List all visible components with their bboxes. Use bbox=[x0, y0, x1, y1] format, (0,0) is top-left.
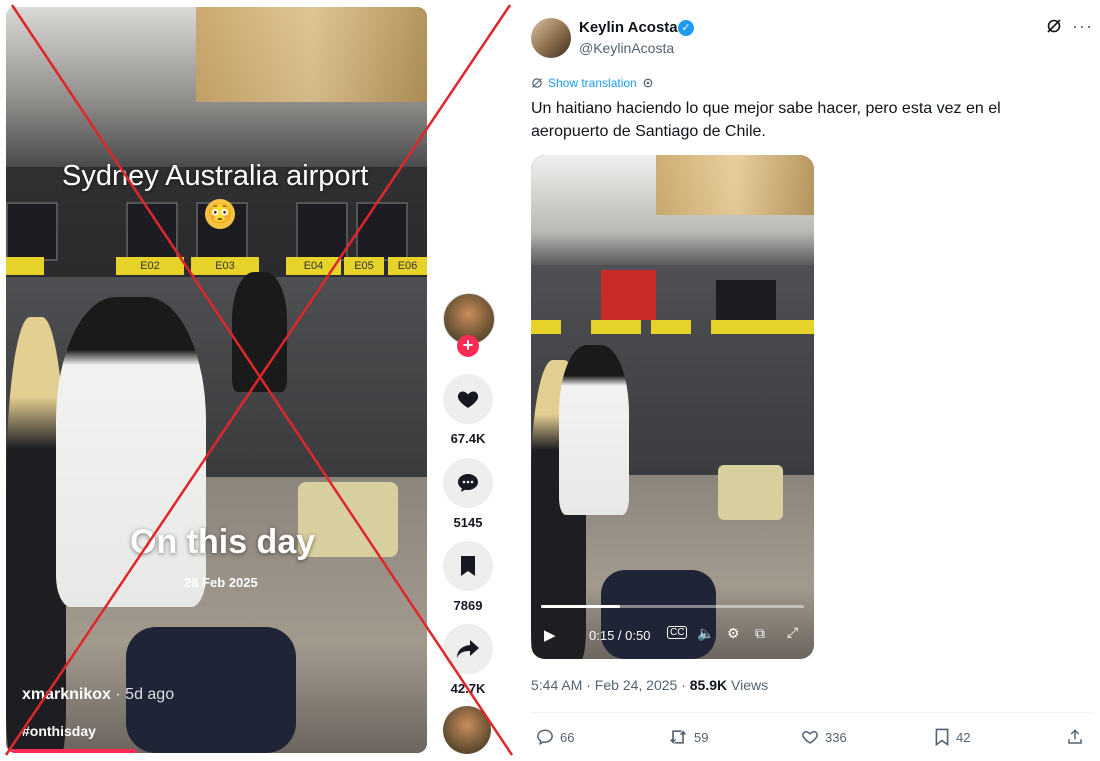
display-name[interactable]: Keylin Acosta bbox=[579, 19, 678, 36]
checkin-screen bbox=[296, 202, 348, 261]
captions-icon[interactable]: CC bbox=[667, 626, 688, 639]
video-progress-bar[interactable] bbox=[6, 749, 136, 753]
share-button-x[interactable] bbox=[1066, 728, 1084, 746]
show-translation-link[interactable]: Show translation bbox=[531, 76, 654, 90]
reply-count: 66 bbox=[560, 729, 575, 745]
bookmark-count: 42 bbox=[956, 729, 971, 745]
video-seek-progress bbox=[541, 605, 620, 608]
reply-icon bbox=[537, 729, 553, 746]
person-white-shirt bbox=[559, 345, 629, 515]
settings-icon[interactable]: ⚙ bbox=[727, 625, 740, 642]
video-time: 0:15 / 0:50 bbox=[589, 628, 651, 643]
verified-badge-icon: ✓ bbox=[678, 20, 694, 36]
counter-sign: E05 bbox=[344, 257, 384, 275]
hashtag-link[interactable]: #onthisday bbox=[22, 723, 96, 739]
save-count: 7869 bbox=[453, 598, 483, 613]
views-label: Views bbox=[727, 677, 769, 693]
grok-icon[interactable] bbox=[1046, 18, 1062, 39]
backpack bbox=[601, 570, 716, 659]
reply-button[interactable]: 66 bbox=[536, 728, 574, 746]
checkin-screen bbox=[6, 202, 58, 261]
video-seek-bar[interactable] bbox=[541, 605, 804, 608]
video-author[interactable]: xmarknikox · 5d ago bbox=[22, 686, 174, 704]
volume-icon[interactable]: 🔈 bbox=[697, 625, 714, 642]
share-button[interactable] bbox=[443, 624, 493, 674]
counter-sign: E04 bbox=[286, 257, 341, 275]
post-text: Un haitiano haciendo lo que mejor sabe h… bbox=[531, 100, 1001, 140]
share-arrow-icon bbox=[457, 640, 479, 658]
like-count: 67.4K bbox=[450, 431, 486, 446]
fullscreen-icon[interactable]: ⤢ bbox=[787, 624, 798, 641]
person-background bbox=[232, 272, 287, 392]
share-count: 42.7K bbox=[450, 681, 486, 696]
counter-sign: E02 bbox=[116, 257, 184, 275]
post-metadata: 5:44 AM · Feb 24, 2025 · 85.9K Views bbox=[531, 677, 768, 693]
bookmark-icon bbox=[461, 556, 475, 576]
more-options-icon[interactable]: ··· bbox=[1072, 16, 1093, 37]
counter-sign bbox=[591, 320, 641, 334]
play-icon[interactable]: ▶ bbox=[544, 626, 556, 644]
sound-disc-avatar[interactable] bbox=[443, 706, 491, 754]
airport-window bbox=[656, 155, 814, 215]
comment-button[interactable] bbox=[443, 458, 493, 508]
heart-outline-icon bbox=[802, 730, 818, 744]
checkin-screen bbox=[716, 280, 776, 320]
bookmark-button[interactable]: 42 bbox=[934, 728, 970, 746]
like-button-x[interactable]: 336 bbox=[801, 728, 847, 746]
counter-sign bbox=[6, 257, 44, 275]
repost-button[interactable]: 59 bbox=[668, 728, 708, 746]
repost-count: 59 bbox=[694, 729, 709, 745]
counter-sign bbox=[651, 320, 691, 334]
view-count: 85.9K bbox=[689, 677, 728, 693]
picture-in-picture-icon[interactable]: ⧉ bbox=[755, 625, 765, 642]
settings-gear-icon[interactable] bbox=[642, 77, 654, 89]
embedded-video[interactable]: ▶ 0:15 / 0:50 CC 🔈 ⚙ ⧉ ⤢ bbox=[531, 155, 814, 659]
on-this-day-label: On this day bbox=[130, 523, 316, 561]
save-button[interactable] bbox=[443, 541, 493, 591]
user-handle[interactable]: @KeylinAcosta bbox=[579, 40, 674, 56]
checkin-screen bbox=[126, 202, 178, 261]
repost-icon bbox=[669, 730, 687, 744]
follow-plus-icon[interactable]: + bbox=[457, 335, 479, 357]
on-this-day-date: 28 Feb 2025 bbox=[184, 575, 258, 590]
show-translation-label[interactable]: Show translation bbox=[548, 76, 637, 90]
counter-sign bbox=[711, 320, 814, 334]
airline-screen bbox=[601, 270, 656, 320]
comment-icon bbox=[458, 474, 478, 492]
grok-small-icon bbox=[532, 78, 542, 88]
like-count-x: 336 bbox=[825, 729, 847, 745]
checkin-screen bbox=[356, 202, 408, 261]
tiktok-video-frame[interactable]: E02 E03 E04 E05 E06 Sydney Australia air… bbox=[6, 7, 427, 753]
comment-count: 5145 bbox=[453, 515, 483, 530]
share-upload-icon bbox=[1068, 729, 1082, 744]
flushed-emoji-icon: 😳 bbox=[205, 199, 235, 229]
bookmark-outline-icon bbox=[935, 728, 949, 746]
heart-icon bbox=[457, 391, 479, 408]
divider bbox=[531, 712, 1092, 713]
video-caption-overlay: Sydney Australia airport bbox=[62, 160, 369, 192]
like-button[interactable] bbox=[443, 374, 493, 424]
user-avatar[interactable] bbox=[531, 18, 571, 58]
counter-sign: E06 bbox=[388, 257, 427, 275]
luggage bbox=[718, 465, 783, 520]
airport-window bbox=[196, 7, 427, 102]
post-timestamp[interactable]: 5:44 AM · Feb 24, 2025 · bbox=[531, 677, 690, 693]
counter-sign bbox=[531, 320, 561, 334]
